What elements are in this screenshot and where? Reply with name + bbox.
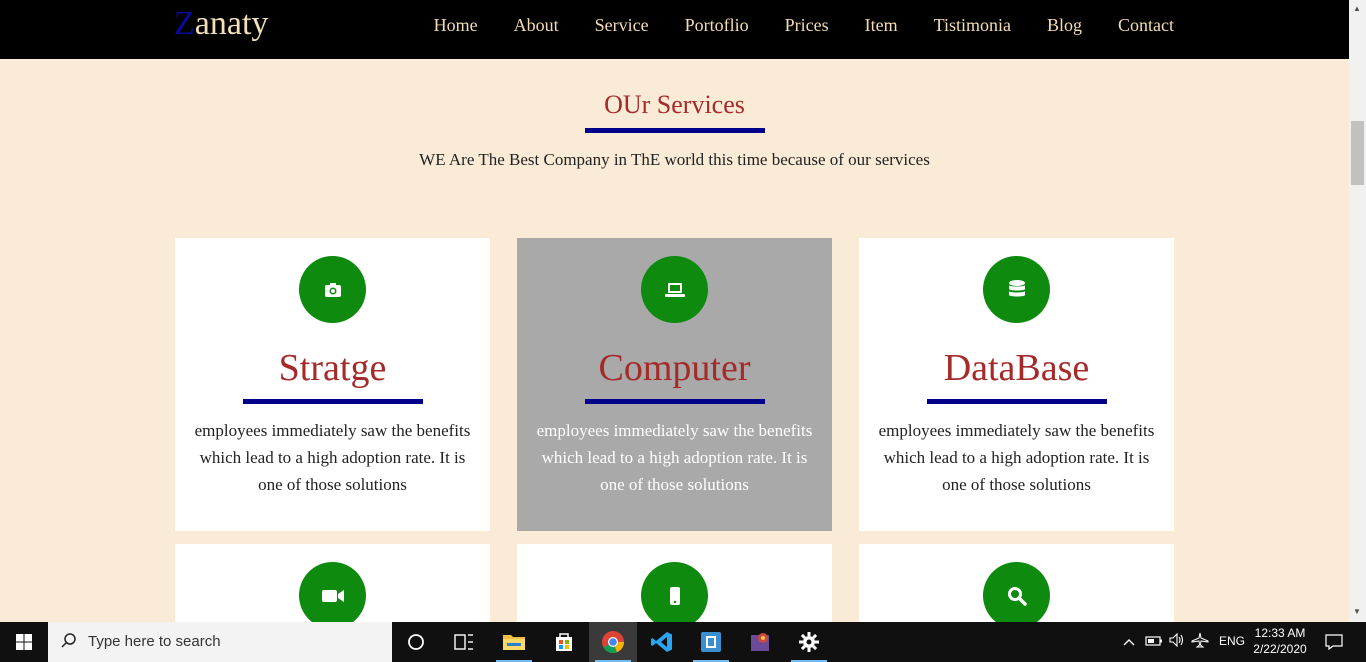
mobile-icon (641, 562, 708, 629)
nav-item[interactable]: Item (847, 15, 916, 35)
top-navbar: Zanaty Home About Service Portoflio Pric… (0, 0, 1349, 59)
vertical-scrollbar[interactable]: ▲ ▼ (1349, 0, 1366, 622)
brand-logo-text: anaty (194, 5, 269, 42)
service-card-strategy[interactable]: Stratge employees immediately saw the be… (175, 238, 490, 531)
windows-start-icon[interactable] (0, 622, 48, 662)
brand-logo-initial: Z (174, 5, 195, 42)
video-camera-icon (299, 562, 366, 629)
search-icon (60, 632, 78, 655)
card-title: DataBase (943, 347, 1090, 389)
card-description: employees immediately saw the benefits w… (194, 421, 471, 494)
scroll-up-arrow-icon[interactable]: ▲ (1353, 4, 1361, 13)
service-card-database[interactable]: DataBase employees immediately saw the b… (859, 238, 1174, 531)
vscode-icon[interactable] (638, 622, 686, 662)
section-title-underline (585, 128, 765, 133)
card-title-underline (927, 399, 1107, 404)
database-icon (983, 256, 1050, 323)
taskbar-search-box[interactable]: Type here to search (48, 622, 392, 662)
nav-home[interactable]: Home (416, 15, 496, 35)
card-description: employees immediately saw the benefits w… (878, 421, 1155, 494)
media-app-icon[interactable] (736, 622, 784, 662)
chrome-icon[interactable] (589, 622, 637, 662)
clock-date: 2/22/2020 (1253, 642, 1307, 656)
card-title-underline (585, 399, 765, 404)
section-subtitle: WE Are The Best Company in ThE world thi… (419, 150, 930, 169)
nav-service[interactable]: Service (577, 15, 667, 35)
app-window-icon[interactable] (687, 622, 735, 662)
card-description: employees immediately saw the benefits w… (536, 421, 813, 494)
camera-icon (299, 256, 366, 323)
input-language[interactable]: ENG (1219, 634, 1245, 648)
nav-contact[interactable]: Contact (1100, 15, 1174, 35)
airplane-mode-icon[interactable] (1188, 632, 1212, 653)
settings-gear-icon[interactable] (785, 622, 833, 662)
service-card-video[interactable] (175, 544, 490, 629)
nav-testimonial[interactable]: Tistimonia (916, 15, 1029, 35)
nav-blog[interactable]: Blog (1029, 15, 1100, 35)
service-card-search[interactable] (859, 544, 1174, 629)
clock-time: 12:33 AM (1254, 626, 1306, 640)
nav-portfolio[interactable]: Portoflio (667, 15, 767, 35)
notifications-icon[interactable] (1310, 622, 1358, 662)
cortana-icon[interactable] (392, 622, 440, 662)
card-title: Computer (598, 347, 751, 389)
service-card-computer[interactable]: Computer employees immediately saw the b… (517, 238, 832, 531)
show-hidden-icons-chevron-up-icon[interactable] (1120, 633, 1138, 651)
system-clock[interactable]: 12:33 AM 2/22/2020 (1246, 625, 1314, 657)
volume-icon[interactable] (1166, 632, 1188, 652)
scroll-down-arrow-icon[interactable]: ▼ (1353, 607, 1361, 616)
store-icon[interactable] (540, 622, 588, 662)
battery-icon[interactable] (1142, 633, 1166, 651)
search-placeholder: Type here to search (88, 633, 221, 650)
system-tray (1120, 622, 1212, 662)
file-explorer-icon[interactable] (490, 622, 538, 662)
section-title: OUr Services (604, 90, 745, 119)
nav-prices[interactable]: Prices (767, 15, 847, 35)
windows-taskbar: Type here to search ENG 12:33 AM 2/22/20… (0, 622, 1366, 662)
card-title-underline (243, 399, 423, 404)
search-icon (983, 562, 1050, 629)
nav-about[interactable]: About (496, 15, 577, 35)
task-view-icon[interactable] (440, 622, 488, 662)
laptop-icon (641, 256, 708, 323)
main-nav: Home About Service Portoflio Prices Item… (416, 15, 1174, 35)
brand-logo[interactable]: Zanaty (174, 5, 268, 43)
card-title: Stratge (278, 347, 387, 389)
service-card-mobile[interactable] (517, 544, 832, 629)
scrollbar-thumb[interactable] (1351, 121, 1364, 185)
